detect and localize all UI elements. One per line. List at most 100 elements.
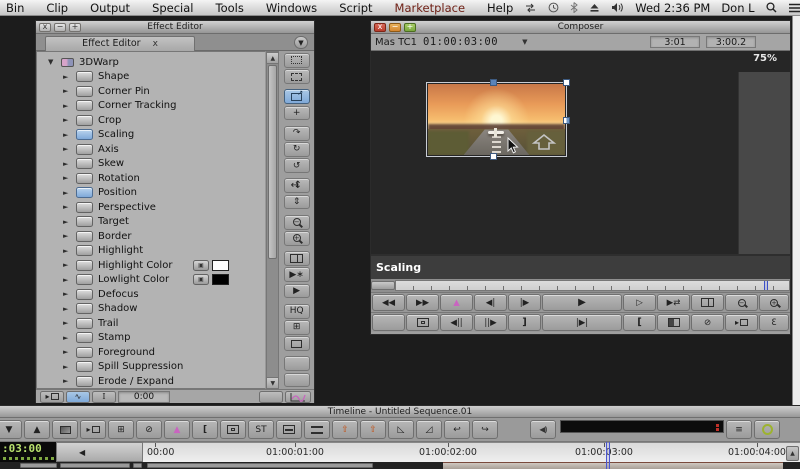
color-swatch[interactable] [212, 260, 229, 271]
record-ring-button[interactable] [754, 420, 780, 439]
param-enable-button[interactable] [76, 173, 93, 184]
disclosure-closed-icon[interactable]: ► [63, 203, 71, 211]
track-button[interactable] [133, 463, 142, 468]
scale-handle-bottom-center[interactable] [490, 153, 497, 160]
disclosure-closed-icon[interactable]: ► [63, 363, 71, 371]
dual-split-button[interactable] [691, 294, 724, 311]
disclosure-closed-icon[interactable]: ► [63, 102, 71, 110]
play-outline-button[interactable]: ▷ [623, 294, 656, 311]
param-enable-button[interactable] [76, 376, 93, 387]
redo-button[interactable]: ↪ [472, 420, 498, 439]
param-row-position[interactable]: ►Position [37, 186, 265, 201]
disclosure-closed-icon[interactable]: ► [63, 276, 71, 284]
tree-scrollbar[interactable]: ▲ ▼ [266, 51, 279, 389]
param-enable-button[interactable] [76, 115, 93, 126]
param-enable-button[interactable] [76, 100, 93, 111]
master-timecode[interactable]: 01:00:03:00 [423, 36, 498, 48]
param-row-corner-tracking[interactable]: ►Corner Tracking [37, 99, 265, 114]
param-enable-button[interactable] [76, 144, 93, 155]
param-enable-button[interactable] [76, 216, 93, 227]
param-row-target[interactable]: ►Target [37, 215, 265, 230]
step-back-10-button[interactable]: ◀|| [440, 314, 473, 331]
zoom-out-icon[interactable]: − [284, 215, 310, 230]
transition-effect-icon[interactable]: ▸ [40, 391, 64, 403]
position-track[interactable] [395, 280, 790, 291]
disclosure-closed-icon[interactable]: ► [63, 160, 71, 168]
position-bar[interactable] [371, 279, 790, 292]
volume-icon[interactable] [611, 2, 624, 13]
param-enable-button[interactable] [76, 187, 93, 198]
param-enable-button[interactable] [76, 245, 93, 256]
focus-up-button[interactable]: ▲ [24, 420, 50, 439]
eyedropper-icon[interactable]: ▣ [193, 260, 209, 271]
disclosure-closed-icon[interactable]: ► [63, 73, 71, 81]
hq-icon[interactable]: HQ [284, 304, 310, 319]
disclosure-closed-icon[interactable]: ► [63, 334, 71, 342]
menu-user[interactable]: Don L [721, 1, 754, 15]
scroll-up-icon[interactable]: ▲ [266, 52, 279, 64]
param-row-lowlight-color[interactable]: ►Lowlight Color▣ [37, 273, 265, 288]
remove-effect-button[interactable]: ⊘ [136, 420, 162, 439]
param-enable-button[interactable] [76, 361, 93, 372]
param-enable-button[interactable] [76, 303, 93, 314]
video-quality-button[interactable] [52, 420, 78, 439]
scale-handle-top-right[interactable] [563, 79, 570, 86]
timeline-titlebar[interactable]: Timeline - Untitled Sequence.01 [0, 406, 800, 418]
blank-button[interactable] [259, 391, 283, 403]
menu-output[interactable]: Output [79, 1, 141, 15]
tail-fade-button[interactable]: ⇧ [360, 420, 386, 439]
zoom-button[interactable]: + [69, 23, 81, 32]
param-row-scaling[interactable]: ►Scaling [37, 128, 265, 143]
scale-handle-top-center[interactable] [490, 79, 497, 86]
duration-field-a[interactable]: 3:01 [650, 36, 700, 48]
disclosure-closed-icon[interactable]: ► [63, 218, 71, 226]
param-enable-button[interactable] [76, 202, 93, 213]
disclosure-closed-icon[interactable]: ► [63, 377, 71, 385]
move-xy-icon[interactable]: ↕ [284, 178, 310, 193]
param-row-highlight-color[interactable]: ►Highlight Color▣ [37, 258, 265, 273]
timecode-menu-icon[interactable]: ▼ [522, 38, 527, 46]
rotate-y-icon[interactable]: ↻ [284, 142, 310, 157]
mixdown-button[interactable]: ⊞ [108, 420, 134, 439]
clock-icon[interactable] [548, 2, 559, 13]
effect-mode-button[interactable]: Ɛ [759, 314, 789, 331]
timecode-ruler[interactable]: ▲ 00:0001:00:01:0001:00:02:0001:00:03:00… [143, 442, 800, 462]
mark-out-button[interactable]: ] [508, 314, 541, 331]
track-list-button[interactable]: ≡ [726, 420, 752, 439]
step-forward-button[interactable]: |▶ [508, 294, 541, 311]
track-button[interactable] [147, 463, 373, 468]
menu-clock[interactable]: Wed 2:36 PM [635, 1, 710, 15]
crosshair-icon[interactable]: + [284, 106, 310, 121]
mark-clip-button[interactable]: [ [192, 420, 218, 439]
head-fade-button[interactable]: ⇧ [332, 420, 358, 439]
play-in-out-button[interactable]: ▶⇄ [657, 294, 690, 311]
zoom-button[interactable]: + [404, 23, 416, 32]
rewind-button[interactable]: ◀◀ [372, 294, 405, 311]
disclosure-closed-icon[interactable]: ► [63, 145, 71, 153]
audio-monitor-button[interactable]: ◀) [530, 420, 556, 439]
color-swatch[interactable] [212, 274, 229, 285]
disclosure-closed-icon[interactable]: ► [63, 247, 71, 255]
3d-axis-handle-icon[interactable] [531, 131, 557, 157]
param-row-stamp[interactable]: ►Stamp [37, 331, 265, 346]
param-enable-button[interactable] [76, 86, 93, 97]
param-enable-button[interactable] [76, 260, 93, 271]
curve-editor-icon[interactable] [285, 391, 311, 403]
add-marker-button[interactable]: ▲ [440, 294, 473, 311]
notification-center-icon[interactable] [788, 3, 800, 13]
eyedropper-icon[interactable]: ▣ [193, 274, 209, 285]
rotate-x-icon[interactable]: ↷ [284, 126, 310, 141]
disclosure-closed-icon[interactable]: ► [63, 116, 71, 124]
param-row-rotation[interactable]: ►Rotation [37, 171, 265, 186]
reduce-frame-icon[interactable] [284, 69, 310, 84]
param-enable-button[interactable] [76, 347, 93, 358]
menu-bin[interactable]: Bin [0, 1, 35, 15]
match-frame-button[interactable]: ▸ [725, 314, 758, 331]
spotlight-icon[interactable] [766, 2, 777, 13]
composer-viewport[interactable]: 75% [371, 51, 790, 254]
play-to-out-button[interactable]: |▶| [542, 314, 622, 331]
bluetooth-icon[interactable] [570, 2, 578, 13]
trim-left-button[interactable]: ◺ [388, 420, 414, 439]
ibeam-icon[interactable]: I [92, 391, 116, 403]
fast-forward-button[interactable]: ▶▶ [406, 294, 439, 311]
